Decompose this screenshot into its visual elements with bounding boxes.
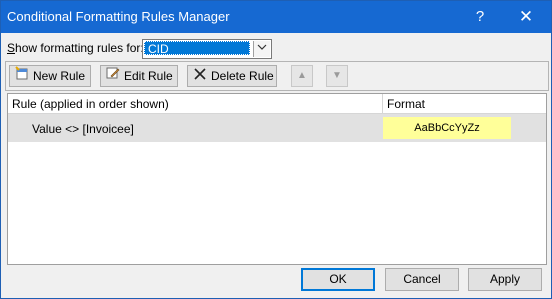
close-button[interactable]: ✕ bbox=[503, 1, 549, 33]
format-preview: AaBbCcYyZz bbox=[383, 117, 511, 139]
dropdown-selected-value: CID bbox=[144, 41, 250, 56]
show-rules-for-label: Show formatting rules for: bbox=[7, 41, 144, 55]
column-divider[interactable] bbox=[382, 94, 383, 113]
delete-rule-label: Delete Rule bbox=[211, 69, 274, 83]
move-down-arrow-icon[interactable]: ▼ bbox=[326, 65, 348, 87]
delete-x-icon bbox=[192, 66, 208, 86]
edit-rule-button[interactable]: Edit Rule bbox=[100, 65, 178, 87]
rules-manager-dialog: Conditional Formatting Rules Manager ? ✕… bbox=[0, 0, 552, 299]
chevron-down-icon[interactable] bbox=[253, 41, 270, 57]
mnemonic-letter: S bbox=[7, 41, 16, 55]
new-rule-icon bbox=[14, 66, 30, 86]
title-bar: Conditional Formatting Rules Manager ? ✕ bbox=[1, 1, 551, 33]
new-rule-label: New Rule bbox=[33, 69, 86, 83]
rules-list-header: Rule (applied in order shown) Format bbox=[8, 94, 546, 114]
show-rules-for-dropdown[interactable]: CID bbox=[142, 39, 272, 59]
apply-button[interactable]: Apply bbox=[468, 268, 542, 291]
window-title: Conditional Formatting Rules Manager bbox=[7, 9, 230, 24]
rule-row[interactable]: Value <> [Invoicee] AaBbCcYyZz bbox=[8, 114, 546, 142]
rules-list: Rule (applied in order shown) Format Val… bbox=[7, 93, 547, 265]
rules-toolbar: New Rule Edit Rule Delete Rule ▲ ▼ bbox=[5, 61, 549, 91]
column-header-rule[interactable]: Rule (applied in order shown) bbox=[12, 97, 169, 111]
edit-rule-icon bbox=[105, 66, 121, 86]
rule-condition: Value <> [Invoicee] bbox=[32, 122, 134, 136]
cancel-button[interactable]: Cancel bbox=[385, 268, 459, 291]
ok-button[interactable]: OK bbox=[301, 268, 375, 291]
chevron-down-glyph bbox=[257, 44, 267, 50]
column-header-format[interactable]: Format bbox=[387, 97, 425, 111]
move-up-arrow-icon[interactable]: ▲ bbox=[291, 65, 313, 87]
help-button[interactable]: ? bbox=[457, 1, 503, 33]
new-rule-button[interactable]: New Rule bbox=[9, 65, 91, 87]
show-rules-for-label-rest: how formatting rules for: bbox=[15, 41, 144, 55]
delete-rule-button[interactable]: Delete Rule bbox=[187, 65, 277, 87]
edit-rule-label: Edit Rule bbox=[124, 69, 173, 83]
